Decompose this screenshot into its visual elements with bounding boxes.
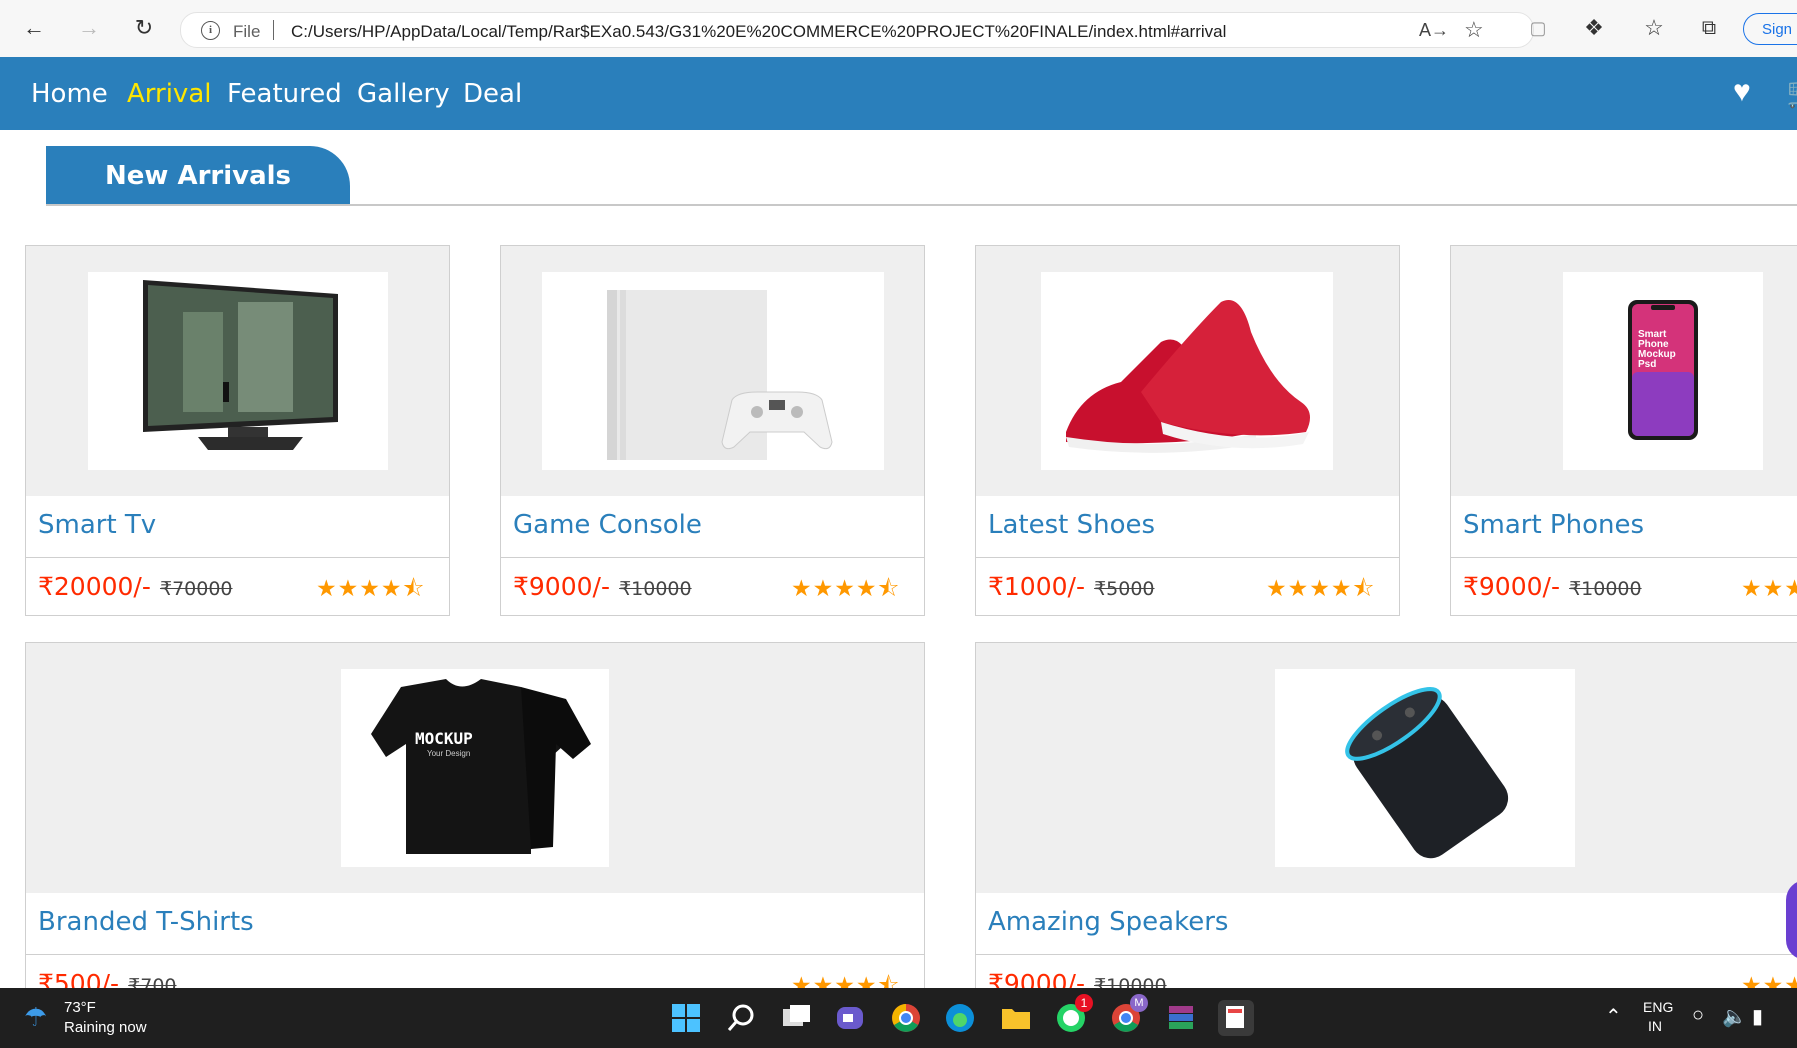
extensions-icon[interactable]: ❖	[1580, 14, 1608, 42]
phone-screen-text: Smart Phone Mockup Psd	[1638, 329, 1676, 370]
add-favorite-icon[interactable]: ☆	[1464, 17, 1484, 43]
rating-stars: ★★★★⯪	[791, 575, 901, 601]
product-card-latest-shoes[interactable]: Latest Shoes ₹1000/- ₹5000 ★★★★⯪	[975, 245, 1400, 616]
product-card-smart-phones[interactable]: Smart Phone Mockup Psd Smart Phones ₹900…	[1450, 245, 1797, 616]
weather-desc[interactable]: Raining now	[64, 1019, 147, 1036]
product-image-area	[26, 246, 449, 496]
product-name[interactable]: Latest Shoes	[988, 510, 1155, 540]
chrome-profile-icon[interactable]: M	[1108, 994, 1148, 1036]
whatsapp-badge: 1	[1075, 994, 1093, 1012]
read-aloud-icon[interactable]: A→	[1419, 20, 1449, 41]
browser-toolbar: ← → ↻ i File C:/Users/HP/AppData/Local/T…	[0, 0, 1797, 58]
weather-temp[interactable]: 73°F	[64, 999, 96, 1016]
product-card-game-console[interactable]: Game Console ₹9000/- ₹10000 ★★★★⯪	[500, 245, 925, 616]
card-divider	[1451, 557, 1797, 558]
product-image-area: MOCKUP Your Design	[26, 643, 924, 893]
product-image-area	[501, 246, 924, 496]
price-row: ₹9000/- ₹10000	[1463, 572, 1642, 601]
tshirt-print-text: MOCKUP	[415, 729, 473, 748]
cart-icon[interactable]: 🛒	[1786, 75, 1797, 110]
favorites-icon[interactable]: ☆	[1640, 14, 1668, 42]
search-icon[interactable]	[723, 1000, 759, 1036]
back-icon[interactable]: ←	[20, 14, 48, 42]
product-price: ₹9000/-	[1463, 572, 1560, 601]
smart-tv-image	[88, 272, 388, 470]
sign-in-button[interactable]: Sign i	[1743, 13, 1797, 45]
section-divider	[46, 204, 1797, 206]
collections-icon[interactable]: ⧉	[1695, 14, 1723, 42]
extension-box-icon[interactable]: ▢	[1524, 14, 1552, 42]
branded-tshirts-image: MOCKUP Your Design	[341, 669, 609, 867]
game-console-image	[542, 272, 884, 470]
product-name[interactable]: Branded T-Shirts	[38, 907, 254, 937]
weather-icon[interactable]: ☂	[24, 1002, 47, 1033]
file-explorer-icon[interactable]	[998, 1000, 1034, 1036]
volume-icon[interactable]: 🔈	[1722, 1004, 1747, 1029]
chat-icon[interactable]	[832, 1000, 868, 1036]
rating-stars: ★★★★⯪	[1741, 575, 1797, 601]
latest-shoes-image	[1041, 272, 1333, 470]
heart-icon[interactable]: ♥	[1733, 75, 1751, 109]
product-card-smart-tv[interactable]: Smart Tv ₹20000/- ₹70000 ★★★★⯪	[25, 245, 450, 616]
nav-featured[interactable]: Featured	[227, 79, 342, 109]
product-price: ₹9000/-	[513, 572, 610, 601]
rating-stars: ★★★★⯪	[316, 575, 426, 601]
file-label: File	[233, 22, 261, 41]
floating-widget-button[interactable]	[1786, 880, 1797, 960]
price-row: ₹9000/- ₹10000	[513, 572, 692, 601]
card-divider	[976, 557, 1399, 558]
refresh-icon[interactable]: ↻	[130, 14, 158, 42]
nav-arrival[interactable]: Arrival	[127, 79, 211, 109]
edge-icon[interactable]	[942, 1000, 978, 1036]
price-row: ₹20000/- ₹70000	[38, 572, 233, 601]
card-divider	[976, 954, 1797, 955]
product-price: ₹20000/-	[38, 572, 151, 601]
product-card-amazing-speakers[interactable]: Amazing Speakers ₹9000/- ₹10000 ★★★★⯪	[975, 642, 1797, 1013]
address-bar[interactable]: i File C:/Users/HP/AppData/Local/Temp/Ra…	[180, 12, 1534, 48]
taskbar: ☂ 73°F Raining now 1 M ⌃ ENG IN ○ 🔈 ▮	[0, 988, 1797, 1048]
network-icon[interactable]: ○	[1692, 1004, 1704, 1027]
product-name[interactable]: Smart Tv	[38, 510, 156, 540]
product-old-price: ₹5000	[1094, 578, 1155, 600]
nav-deal[interactable]: Deal	[463, 79, 522, 109]
product-card-branded-tshirts[interactable]: MOCKUP Your Design Branded T-Shirts ₹500…	[25, 642, 925, 1013]
whatsapp-icon[interactable]: 1	[1053, 994, 1093, 1036]
start-icon[interactable]	[668, 1000, 704, 1036]
product-image-area: Smart Phone Mockup Psd	[1451, 246, 1797, 496]
card-divider	[26, 557, 449, 558]
nav-home[interactable]: Home	[31, 79, 108, 109]
site-navbar: Home Arrival Featured Gallery Deal ♥ 🛒	[0, 57, 1797, 130]
address-separator	[273, 20, 274, 40]
chrome-icon[interactable]	[888, 1000, 924, 1036]
battery-icon[interactable]: ▮	[1752, 1004, 1763, 1029]
nav-gallery[interactable]: Gallery	[357, 79, 450, 109]
language-bottom[interactable]: IN	[1648, 1018, 1662, 1034]
profile-badge: M	[1130, 994, 1148, 1012]
product-old-price: ₹70000	[159, 578, 233, 600]
amazing-speakers-image	[1275, 669, 1575, 867]
language-top[interactable]: ENG	[1643, 999, 1673, 1015]
forward-icon[interactable]: →	[75, 14, 103, 42]
winrar-icon[interactable]	[1163, 1000, 1199, 1036]
url-text[interactable]: C:/Users/HP/AppData/Local/Temp/Rar$EXa0.…	[291, 22, 1226, 42]
product-old-price: ₹10000	[1569, 578, 1642, 600]
product-price: ₹1000/-	[988, 572, 1085, 601]
product-old-price: ₹10000	[619, 578, 692, 600]
product-name[interactable]: Amazing Speakers	[988, 907, 1228, 937]
tshirt-print-subtext: Your Design	[427, 749, 471, 758]
info-icon[interactable]: i	[201, 21, 220, 40]
chevron-up-icon[interactable]: ⌃	[1605, 1004, 1622, 1029]
product-name[interactable]: Game Console	[513, 510, 702, 540]
card-divider	[501, 557, 924, 558]
product-image-area	[976, 246, 1399, 496]
card-divider	[26, 954, 924, 955]
task-view-icon[interactable]	[778, 1000, 814, 1036]
smart-phones-image: Smart Phone Mockup Psd	[1563, 272, 1763, 470]
rating-stars: ★★★★⯪	[1266, 575, 1376, 601]
product-name[interactable]: Smart Phones	[1463, 510, 1644, 540]
product-image-area	[976, 643, 1797, 893]
section-title: New Arrivals	[46, 146, 350, 204]
price-row: ₹1000/- ₹5000	[988, 572, 1155, 601]
snipping-tool-icon[interactable]	[1218, 1000, 1254, 1036]
